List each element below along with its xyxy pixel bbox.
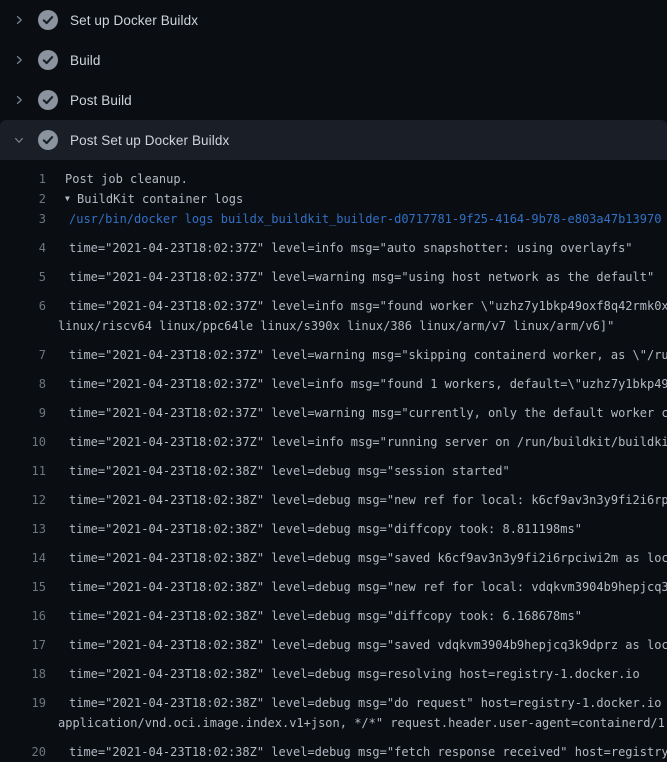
log-line: 15 time="2021-04-23T18:02:38Z" level=deb…: [0, 568, 667, 597]
log-line-text: time="2021-04-23T18:02:37Z" level=info m…: [46, 296, 667, 316]
log-viewer: 1 Post job cleanup. 2 ▼BuildKit containe…: [0, 160, 667, 762]
log-line-number[interactable]: 12: [0, 490, 46, 510]
log-line-text: time="2021-04-23T18:02:38Z" level=debug …: [46, 635, 667, 655]
log-line: 14 time="2021-04-23T18:02:38Z" level=deb…: [0, 539, 667, 568]
log-line-text: time="2021-04-23T18:02:38Z" level=debug …: [46, 664, 640, 684]
log-group-toggle[interactable]: ▼BuildKit container logs: [46, 189, 243, 209]
log-line-text: time="2021-04-23T18:02:38Z" level=debug …: [46, 490, 667, 510]
step-label: Build: [70, 53, 101, 68]
log-line: 11 time="2021-04-23T18:02:38Z" level=deb…: [0, 452, 667, 481]
log-line-number[interactable]: 10: [0, 432, 46, 452]
log-line-number[interactable]: [0, 713, 46, 733]
log-line-number[interactable]: 2: [0, 189, 46, 209]
log-line-text: time="2021-04-23T18:02:38Z" level=debug …: [46, 742, 667, 762]
step-row[interactable]: Post Build: [0, 80, 667, 120]
group-expanded-triangle-icon: ▼: [65, 189, 77, 209]
step-status-check-icon: [38, 10, 58, 30]
step-label: Post Build: [70, 93, 132, 108]
step-status-check-icon: [38, 90, 58, 110]
log-line: 7 time="2021-04-23T18:02:37Z" level=warn…: [0, 336, 667, 365]
log-line-number[interactable]: 8: [0, 374, 46, 394]
log-line: 12 time="2021-04-23T18:02:38Z" level=deb…: [0, 481, 667, 510]
step-row[interactable]: Set up Docker Buildx: [0, 0, 667, 40]
log-line-number[interactable]: 13: [0, 519, 46, 539]
chevron-right-icon: [12, 13, 26, 27]
log-line-number[interactable]: 11: [0, 461, 46, 481]
step-label: Post Set up Docker Buildx: [70, 133, 229, 148]
log-line-text: time="2021-04-23T18:02:38Z" level=debug …: [46, 519, 582, 539]
log-line-text: time="2021-04-23T18:02:37Z" level=info m…: [46, 432, 667, 452]
log-line: linux/riscv64 linux/ppc64le linux/s390x …: [0, 316, 667, 336]
log-line-number[interactable]: 15: [0, 577, 46, 597]
log-line-text: ▼BuildKit container logs: [46, 189, 243, 209]
log-line-text: time="2021-04-23T18:02:37Z" level=info m…: [46, 238, 633, 258]
step-status-check-icon: [38, 50, 58, 70]
log-line-number[interactable]: 1: [0, 169, 46, 189]
log-line-number[interactable]: 4: [0, 238, 46, 258]
step-row[interactable]: Build: [0, 40, 667, 80]
log-line-text: time="2021-04-23T18:02:38Z" level=debug …: [46, 461, 510, 481]
log-line-number[interactable]: 19: [0, 693, 46, 713]
log-line: application/vnd.oci.image.index.v1+json,…: [0, 713, 667, 733]
step-list: Set up Docker Buildx Build Post Build: [0, 0, 667, 160]
log-line-number[interactable]: 9: [0, 403, 46, 423]
log-line: 16 time="2021-04-23T18:02:38Z" level=deb…: [0, 597, 667, 626]
log-line: 20 time="2021-04-23T18:02:38Z" level=deb…: [0, 733, 667, 762]
step-status-check-icon: [38, 130, 58, 150]
step-row[interactable]: Post Set up Docker Buildx: [0, 120, 667, 160]
log-line: 10 time="2021-04-23T18:02:37Z" level=inf…: [0, 423, 667, 452]
log-line: 1 Post job cleanup.: [0, 169, 667, 189]
log-line-text: time="2021-04-23T18:02:37Z" level=info m…: [46, 374, 667, 394]
log-line-text: time="2021-04-23T18:02:38Z" level=debug …: [46, 577, 667, 597]
log-line-number[interactable]: 5: [0, 267, 46, 287]
log-line-text: /usr/bin/docker logs buildx_buildkit_bui…: [46, 209, 661, 229]
log-line-number[interactable]: 16: [0, 606, 46, 626]
chevron-right-icon: [12, 93, 26, 107]
log-line-text: time="2021-04-23T18:02:37Z" level=warnin…: [46, 267, 654, 287]
log-line: 4 time="2021-04-23T18:02:37Z" level=info…: [0, 229, 667, 258]
log-line-number[interactable]: 14: [0, 548, 46, 568]
log-line-text: time="2021-04-23T18:02:38Z" level=debug …: [46, 693, 667, 713]
chevron-right-icon: [12, 53, 26, 67]
step-label: Set up Docker Buildx: [70, 13, 198, 28]
log-line: 2 ▼BuildKit container logs: [0, 189, 667, 209]
log-line-number[interactable]: 3: [0, 209, 46, 229]
log-line: 6 time="2021-04-23T18:02:37Z" level=info…: [0, 287, 667, 316]
log-line-text: Post job cleanup.: [46, 169, 188, 189]
log-line: 19 time="2021-04-23T18:02:38Z" level=deb…: [0, 684, 667, 713]
log-line: 13 time="2021-04-23T18:02:38Z" level=deb…: [0, 510, 667, 539]
log-line: 5 time="2021-04-23T18:02:37Z" level=warn…: [0, 258, 667, 287]
log-line-number[interactable]: [0, 316, 46, 336]
log-group-label: BuildKit container logs: [77, 189, 243, 209]
log-line-text: time="2021-04-23T18:02:38Z" level=debug …: [46, 548, 667, 568]
log-line: 3 /usr/bin/docker logs buildx_buildkit_b…: [0, 209, 667, 229]
log-line: 18 time="2021-04-23T18:02:38Z" level=deb…: [0, 655, 667, 684]
log-line-number[interactable]: 18: [0, 664, 46, 684]
log-line: 9 time="2021-04-23T18:02:37Z" level=warn…: [0, 394, 667, 423]
log-line: 17 time="2021-04-23T18:02:38Z" level=deb…: [0, 626, 667, 655]
log-line-text: application/vnd.oci.image.index.v1+json,…: [46, 713, 667, 733]
log-line-text: time="2021-04-23T18:02:38Z" level=debug …: [46, 606, 582, 626]
log-line-text: time="2021-04-23T18:02:37Z" level=warnin…: [46, 403, 667, 423]
log-line-text: time="2021-04-23T18:02:37Z" level=warnin…: [46, 345, 667, 365]
log-line-number[interactable]: 7: [0, 345, 46, 365]
log-line: 8 time="2021-04-23T18:02:37Z" level=info…: [0, 365, 667, 394]
chevron-down-icon: [12, 133, 26, 147]
log-line-number[interactable]: 20: [0, 742, 46, 762]
log-line-text: linux/riscv64 linux/ppc64le linux/s390x …: [46, 316, 614, 336]
log-line-number[interactable]: 6: [0, 296, 46, 316]
log-line-number[interactable]: 17: [0, 635, 46, 655]
